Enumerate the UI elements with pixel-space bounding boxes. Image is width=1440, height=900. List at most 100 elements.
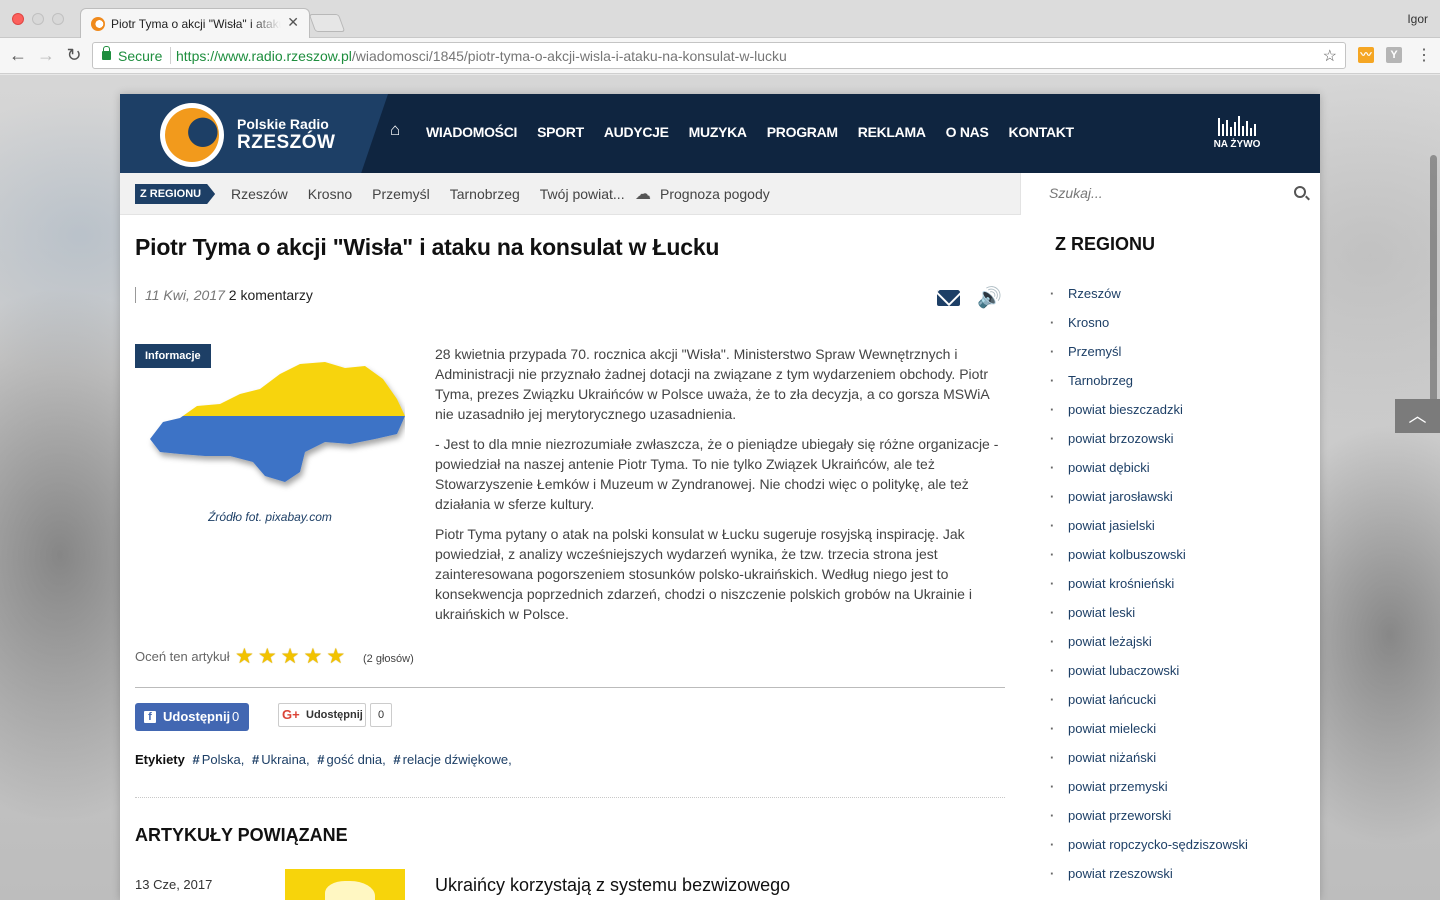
cloud-icon: ☁ <box>635 186 651 203</box>
sidebar-item[interactable]: powiat ropczycko-sędziszowski <box>1050 837 1248 866</box>
sidebar-title: Z REGIONU <box>1055 234 1156 254</box>
nav-item-audycje[interactable]: AUDYCJE <box>604 124 669 140</box>
tag-link[interactable]: # relacje dźwiękowe, <box>393 752 511 767</box>
sidebar-item[interactable]: powiat przemyski <box>1050 779 1248 808</box>
region-link-krosno[interactable]: Krosno <box>308 186 352 202</box>
article-paragraph: Piotr Tyma pytany o atak na polski konsu… <box>435 526 972 622</box>
sidebar-item[interactable]: Przemyśl <box>1050 344 1248 373</box>
nav-item-wiadomosci[interactable]: WIADOMOŚCI <box>426 124 517 140</box>
scrollbar-thumb[interactable] <box>1430 155 1437 405</box>
region-links: Rzeszów Krosno Przemyśl Tarnobrzeg Twój … <box>231 186 625 202</box>
logo-panel[interactable]: Polskie Radio RZESZÓW <box>120 94 388 173</box>
mail-icon[interactable] <box>937 290 960 306</box>
search-input[interactable] <box>1049 185 1269 201</box>
sidebar-item[interactable]: powiat niżański <box>1050 750 1248 779</box>
sidebar-region-list: Rzeszów Krosno Przemyśl Tarnobrzeg powia… <box>1050 286 1248 895</box>
comments-link[interactable]: 2 komentarzy <box>229 287 313 303</box>
tab-close-icon[interactable]: ✕ <box>287 14 299 31</box>
hash-icon: # <box>393 752 401 767</box>
window-zoom-button[interactable] <box>52 13 64 25</box>
radio-logo-icon <box>160 103 224 167</box>
tags-label: Etykiety <box>135 752 185 767</box>
google-plus-share-button[interactable]: G+ Udostępnij <box>278 703 366 727</box>
scroll-to-top-button[interactable]: ︿ <box>1395 399 1440 433</box>
article-paragraph: 28 kwietnia przypada 70. rocznica akcji … <box>435 346 989 422</box>
region-link-twoj-powiat[interactable]: Twój powiat... <box>540 186 625 202</box>
related-article-thumbnail[interactable] <box>285 869 405 900</box>
new-tab-button[interactable] <box>308 14 346 32</box>
nav-item-muzyka[interactable]: MUZYKA <box>689 124 747 140</box>
nav-item-sport[interactable]: SPORT <box>537 124 584 140</box>
logo-line2: RZESZÓW <box>237 132 336 153</box>
nav-item-program[interactable]: PROGRAM <box>767 124 838 140</box>
sidebar-item[interactable]: powiat bieszczadzki <box>1050 402 1248 431</box>
sidebar-item[interactable]: powiat krośnieński <box>1050 576 1248 605</box>
sidebar-item[interactable]: powiat dębicki <box>1050 460 1248 489</box>
sidebar-item[interactable]: powiat kolbuszowski <box>1050 547 1248 576</box>
sidebar-item[interactable]: powiat jasielski <box>1050 518 1248 547</box>
sidebar-item[interactable]: powiat mielecki <box>1050 721 1248 750</box>
live-stream-button[interactable]: NA ŻYWO <box>1212 116 1262 150</box>
sidebar-item[interactable]: Tarnobrzeg <box>1050 373 1248 402</box>
related-article-title[interactable]: Ukraińcy korzystają z systemu bezwizoweg… <box>435 875 790 896</box>
y-extension-icon[interactable]: Y <box>1386 47 1402 63</box>
search-icon[interactable] <box>1294 186 1306 198</box>
chevron-up-icon: ︿ <box>1408 406 1427 426</box>
equalizer-icon <box>1212 116 1262 136</box>
window-minimize-button[interactable] <box>32 13 44 25</box>
star-icon[interactable]: ★ <box>326 644 345 669</box>
browser-tab-active[interactable]: Piotr Tyma o akcji "Wisła" i ataku na ko… <box>80 8 310 38</box>
main-nav: WIADOMOŚCI SPORT AUDYCJE MUZYKA PROGRAM … <box>426 124 1074 140</box>
sidebar-item[interactable]: Krosno <box>1050 315 1248 344</box>
site-header: Polskie Radio RZESZÓW ⌂ WIADOMOŚCI SPORT… <box>120 94 1320 173</box>
tag-link[interactable]: # Polska, <box>193 752 245 767</box>
url-text[interactable]: https://www.radio.rzeszow.pl/wiadomosci/… <box>176 48 787 64</box>
browser-menu-icon[interactable]: ⋮ <box>1416 45 1432 65</box>
home-icon[interactable]: ⌂ <box>390 120 400 140</box>
sidebar-item[interactable]: powiat jarosławski <box>1050 489 1248 518</box>
tag-link[interactable]: # gość dnia, <box>317 752 386 767</box>
divider <box>135 687 1005 688</box>
category-badge[interactable]: Informacje <box>135 344 211 368</box>
sidebar-item[interactable]: powiat łańcucki <box>1050 692 1248 721</box>
rss-extension-icon[interactable]: 〰 <box>1358 47 1374 63</box>
article-date: 11 Kwi, 2017 <box>145 287 225 303</box>
nav-item-reklama[interactable]: REKLAMA <box>858 124 926 140</box>
sidebar-item[interactable]: powiat przeworski <box>1050 808 1248 837</box>
google-plus-label: Udostępnij <box>306 709 363 721</box>
profile-name[interactable]: Igor <box>1407 12 1428 26</box>
sidebar-item[interactable]: powiat lubaczowski <box>1050 663 1248 692</box>
sidebar-item[interactable]: powiat rzeszowski <box>1050 866 1248 895</box>
forward-arrow-icon[interactable]: → <box>36 45 56 66</box>
region-link-przemysl[interactable]: Przemyśl <box>372 186 430 202</box>
sidebar-item[interactable]: powiat brzozowski <box>1050 431 1248 460</box>
nav-item-o-nas[interactable]: O NAS <box>946 124 989 140</box>
sidebar-item[interactable]: powiat leżajski <box>1050 634 1248 663</box>
star-icon[interactable]: ★ <box>258 644 277 669</box>
facebook-share-button[interactable]: f Udostępnij 0 <box>135 703 249 731</box>
star-icon[interactable]: ★ <box>235 644 254 669</box>
bookmark-star-icon[interactable]: ☆ <box>1323 46 1337 66</box>
vote-count: (2 głosów) <box>363 653 414 665</box>
article-tags: Etykiety # Polska, # Ukraina, # gość dnia, … <box>135 752 516 767</box>
window-close-button[interactable] <box>12 13 24 25</box>
region-link-tarnobrzeg[interactable]: Tarnobrzeg <box>450 186 520 202</box>
sidebar-item[interactable]: Rzeszów <box>1050 286 1248 315</box>
browser-titlebar: Piotr Tyma o akcji "Wisła" i ataku na ko… <box>0 0 1440 38</box>
back-arrow-icon[interactable]: ← <box>8 45 28 66</box>
star-icon[interactable]: ★ <box>303 644 322 669</box>
sidebar-item[interactable]: powiat leski <box>1050 605 1248 634</box>
region-subnav: Z REGIONU Rzeszów Krosno Przemyśl Tarnob… <box>120 173 1320 215</box>
omnibox-divider <box>170 47 171 64</box>
star-icon[interactable]: ★ <box>281 644 300 669</box>
speaker-icon[interactable]: 🔊 <box>977 285 1002 310</box>
region-link-rzeszow[interactable]: Rzeszów <box>231 186 288 202</box>
divider <box>135 797 1005 798</box>
reload-icon[interactable]: ↻ <box>64 45 84 66</box>
tag-link[interactable]: # Ukraina, <box>252 752 310 767</box>
article-body: 28 kwietnia przypada 70. rocznica akcji … <box>435 344 1005 634</box>
rating-stars: ★ ★ ★ ★ ★ <box>235 644 345 669</box>
weather-link[interactable]: Prognoza pogody <box>660 186 770 202</box>
nav-item-kontakt[interactable]: KONTAKT <box>1009 124 1075 140</box>
address-bar[interactable]: Secure https://www.radio.rzeszow.pl/wiad… <box>92 42 1346 69</box>
